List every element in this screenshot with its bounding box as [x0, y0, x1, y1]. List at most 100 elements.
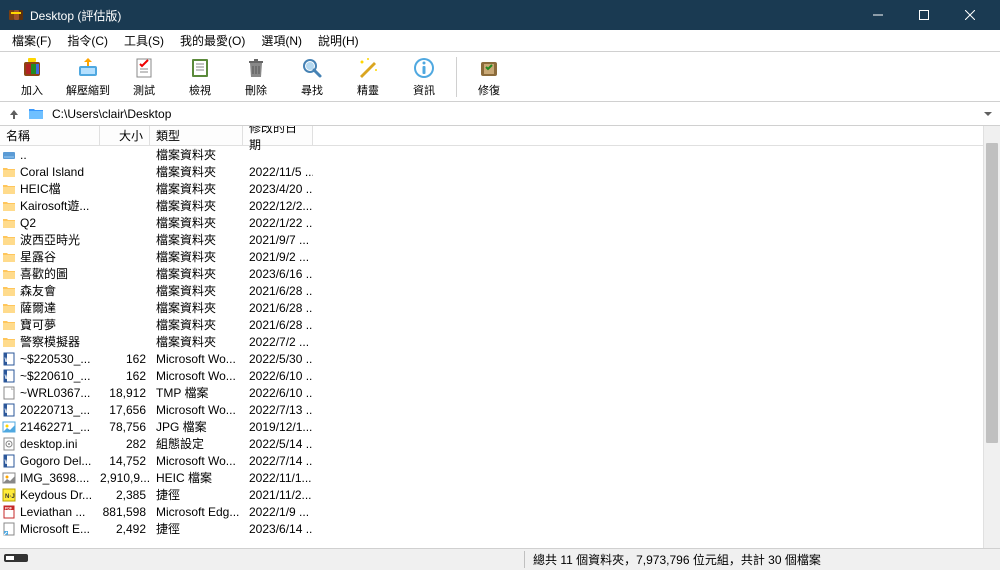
file-row[interactable]: desktop.ini282組態設定2022/5/14 ... [0, 435, 983, 452]
column-name[interactable]: 名稱 [0, 126, 100, 145]
wizard-icon [356, 56, 380, 80]
lnk-icon: N·J [2, 488, 16, 502]
vertical-scrollbar[interactable] [983, 126, 1000, 548]
file-date: 2023/6/16 ... [243, 267, 313, 281]
file-type: 檔案資料夾 [150, 282, 243, 299]
file-row[interactable]: Microsoft E...2,492捷徑2023/6/14 ... [0, 520, 983, 537]
file-type: 檔案資料夾 [150, 265, 243, 282]
menu-item-3[interactable]: 我的最愛(O) [172, 30, 253, 51]
column-date[interactable]: 修改的日期 [243, 126, 313, 145]
file-row[interactable]: W~$220530_...162Microsoft Wo...2022/5/30… [0, 350, 983, 367]
up-button[interactable] [4, 104, 24, 124]
file-row[interactable]: W~$220610_...162Microsoft Wo...2022/6/10… [0, 367, 983, 384]
file-type: 檔案資料夾 [150, 299, 243, 316]
toolbar-view-button[interactable]: 檢視 [176, 54, 224, 100]
file-type: Microsoft Wo... [150, 352, 243, 366]
folder-icon [2, 216, 16, 230]
word-icon: W [2, 352, 16, 366]
file-type: 檔案資料夾 [150, 231, 243, 248]
file-date: 2021/9/7 ... [243, 233, 313, 247]
file-row[interactable]: IMG_3698....2,910,9...HEIC 檔案2022/11/1..… [0, 469, 983, 486]
file-row[interactable]: 21462271_...78,756JPG 檔案2019/12/1... [0, 418, 983, 435]
column-type[interactable]: 類型 [150, 126, 243, 145]
addressbar: C:\Users\clair\Desktop [0, 102, 1000, 126]
file-date: 2022/6/10 ... [243, 369, 313, 383]
file-type: 檔案資料夾 [150, 163, 243, 180]
file-row[interactable]: Kairosoft遊...檔案資料夾2022/12/2... [0, 197, 983, 214]
file-date: 2022/7/14 ... [243, 454, 313, 468]
menu-item-5[interactable]: 說明(H) [310, 30, 367, 51]
file-row[interactable]: 薩爾達檔案資料夾2021/6/28 ... [0, 299, 983, 316]
file-date: 2021/6/28 ... [243, 284, 313, 298]
toolbar-find-button[interactable]: 尋找 [288, 54, 336, 100]
file-name: Coral Island [20, 165, 84, 179]
minimize-button[interactable] [855, 0, 900, 30]
file-date: 2021/6/28 ... [243, 301, 313, 315]
path-folder-icon [28, 106, 44, 122]
file-date: 2022/7/2 ... [243, 335, 313, 349]
file-type: 檔案資料夾 [150, 197, 243, 214]
file-row[interactable]: 寶可夢檔案資料夾2021/6/28 ... [0, 316, 983, 333]
toolbar-extract-button[interactable]: 解壓縮到 [64, 54, 112, 100]
menu-item-2[interactable]: 工具(S) [116, 30, 172, 51]
file-date: 2021/11/2... [243, 488, 313, 502]
file-row[interactable]: Q2檔案資料夾2022/1/22 ... [0, 214, 983, 231]
status-drive-icon [4, 552, 28, 567]
file-name: ~$220530_... [20, 352, 90, 366]
file-row[interactable]: N·JKeydous Dr...2,385捷徑2021/11/2... [0, 486, 983, 503]
file-row[interactable]: Coral Island 檔案資料夾2022/11/5 ... [0, 163, 983, 180]
file-rows: ..檔案資料夾Coral Island檔案資料夾2022/11/5 ...HEI… [0, 146, 983, 548]
column-size[interactable]: 大小 [100, 126, 150, 145]
jpg-icon [2, 420, 16, 434]
toolbar: 加入解壓縮到測試檢視刪除尋找精靈資訊修復 [0, 52, 1000, 102]
drive-icon [2, 148, 16, 162]
file-row[interactable]: ~WRL0367...18,912TMP 檔案2022/6/10 ... [0, 384, 983, 401]
info-icon [412, 56, 436, 80]
folder-icon [2, 301, 16, 315]
file-type: Microsoft Edg... [150, 505, 243, 519]
file-date: 2019/12/1... [243, 420, 313, 434]
file-row[interactable]: 星露谷檔案資料夾2021/9/2 ... [0, 248, 983, 265]
toolbar-repair-button[interactable]: 修復 [465, 54, 513, 100]
statusbar: 總共 11 個資料夾，7,973,796 位元組，共計 30 個檔案 [0, 548, 1000, 570]
file-name: Q2 [20, 216, 36, 230]
path-input[interactable]: C:\Users\clair\Desktop [48, 105, 976, 123]
file-row[interactable]: ..檔案資料夾 [0, 146, 983, 163]
menu-item-4[interactable]: 選項(N) [253, 30, 310, 51]
file-type: 捷徑 [150, 486, 243, 503]
toolbar-info-button[interactable]: 資訊 [400, 54, 448, 100]
file-type: 檔案資料夾 [150, 146, 243, 163]
menu-item-0[interactable]: 檔案(F) [4, 30, 59, 51]
svg-text:N·J: N·J [5, 494, 15, 500]
file-date: 2022/7/13 ... [243, 403, 313, 417]
toolbar-wizard-button[interactable]: 精靈 [344, 54, 392, 100]
tmp-icon [2, 386, 16, 400]
file-name: 21462271_... [20, 420, 90, 434]
window-controls [855, 0, 992, 30]
svg-text:W: W [5, 409, 11, 415]
file-date: 2022/11/5 ... [243, 165, 313, 179]
file-date: 2021/9/2 ... [243, 250, 313, 264]
file-row[interactable]: HEIC檔檔案資料夾2023/4/20 ... [0, 180, 983, 197]
path-dropdown[interactable] [980, 110, 996, 118]
menu-item-1[interactable]: 指令(C) [59, 30, 116, 51]
file-row[interactable]: 森友會檔案資料夾2021/6/28 ... [0, 282, 983, 299]
close-button[interactable] [947, 0, 992, 30]
folder-icon [2, 165, 16, 179]
file-type: TMP 檔案 [150, 384, 243, 401]
svg-text:W: W [5, 460, 11, 466]
file-row[interactable]: WGogoro Del...14,752Microsoft Wo...2022/… [0, 452, 983, 469]
find-icon [300, 56, 324, 80]
toolbar-test-button[interactable]: 測試 [120, 54, 168, 100]
toolbar-add-button[interactable]: 加入 [8, 54, 56, 100]
maximize-button[interactable] [901, 0, 946, 30]
toolbar-delete-button[interactable]: 刪除 [232, 54, 280, 100]
file-row[interactable]: 喜歡的圖檔案資料夾2023/6/16 ... [0, 265, 983, 282]
app-icon [8, 7, 24, 23]
folder-icon [2, 233, 16, 247]
file-row[interactable]: 波西亞時光檔案資料夾2021/9/7 ... [0, 231, 983, 248]
file-row[interactable]: W20220713_...17,656Microsoft Wo...2022/7… [0, 401, 983, 418]
file-row[interactable]: 警察模擬器檔案資料夾2022/7/2 ... [0, 333, 983, 350]
file-type: 檔案資料夾 [150, 180, 243, 197]
file-row[interactable]: PDFLeviathan ...881,598Microsoft Edg...2… [0, 503, 983, 520]
